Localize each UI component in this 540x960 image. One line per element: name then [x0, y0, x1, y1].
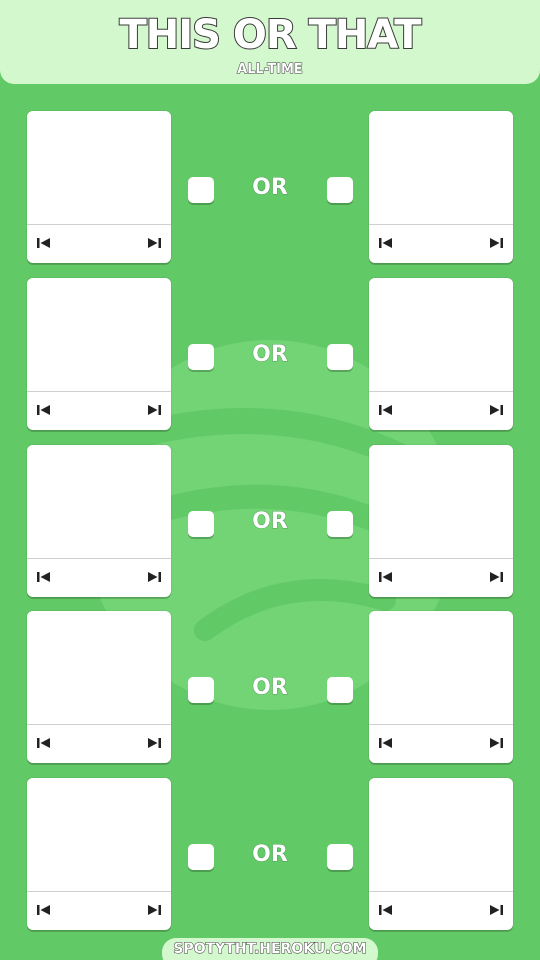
- skip-previous-icon[interactable]: [373, 398, 399, 422]
- skip-next-icon[interactable]: [141, 565, 167, 589]
- skip-next-icon[interactable]: [483, 565, 509, 589]
- song-card-right[interactable]: [369, 278, 513, 430]
- skip-next-icon[interactable]: [483, 231, 509, 255]
- checkbox-right[interactable]: [327, 177, 353, 203]
- skip-previous-icon[interactable]: [31, 731, 57, 755]
- checkbox-right[interactable]: [327, 844, 353, 870]
- album-art[interactable]: [27, 278, 171, 392]
- skip-previous-icon[interactable]: [31, 231, 57, 255]
- song-card-right[interactable]: [369, 611, 513, 763]
- comparison-row: OR: [0, 611, 540, 765]
- checkbox-right[interactable]: [327, 511, 353, 537]
- header: THIS OR THAT ALL-TIME: [0, 0, 540, 84]
- skip-next-icon[interactable]: [483, 898, 509, 922]
- checkbox-left[interactable]: [188, 177, 214, 203]
- skip-previous-icon[interactable]: [31, 398, 57, 422]
- page-subtitle: ALL-TIME: [237, 62, 304, 78]
- album-art[interactable]: [27, 445, 171, 559]
- song-card-left[interactable]: [27, 278, 171, 430]
- album-art[interactable]: [27, 611, 171, 725]
- song-card-right[interactable]: [369, 111, 513, 263]
- song-card-right[interactable]: [369, 778, 513, 930]
- footer-url-badge[interactable]: SPOTYTHT.HEROKU.COM: [162, 938, 378, 960]
- skip-next-icon[interactable]: [483, 398, 509, 422]
- skip-next-icon[interactable]: [141, 898, 167, 922]
- song-card-left[interactable]: [27, 611, 171, 763]
- skip-previous-icon[interactable]: [373, 731, 399, 755]
- comparison-row: OR: [0, 278, 540, 432]
- skip-previous-icon[interactable]: [31, 565, 57, 589]
- footer-url[interactable]: SPOTYTHT.HEROKU.COM: [162, 938, 378, 958]
- or-label: OR: [252, 175, 288, 201]
- checkbox-left[interactable]: [188, 844, 214, 870]
- album-art[interactable]: [369, 278, 513, 392]
- skip-next-icon[interactable]: [141, 231, 167, 255]
- song-card-right[interactable]: [369, 445, 513, 597]
- song-card-left[interactable]: [27, 445, 171, 597]
- checkbox-left[interactable]: [188, 677, 214, 703]
- or-label: OR: [252, 509, 288, 535]
- checkbox-left[interactable]: [188, 511, 214, 537]
- comparison-row: OR: [0, 445, 540, 599]
- or-label: OR: [252, 675, 288, 701]
- album-art[interactable]: [369, 445, 513, 559]
- skip-next-icon[interactable]: [141, 398, 167, 422]
- album-art[interactable]: [369, 611, 513, 725]
- comparison-row: OR: [0, 111, 540, 265]
- skip-previous-icon[interactable]: [373, 898, 399, 922]
- comparison-row: OR: [0, 778, 540, 932]
- song-card-left[interactable]: [27, 778, 171, 930]
- checkbox-left[interactable]: [188, 344, 214, 370]
- or-label: OR: [252, 342, 288, 368]
- album-art[interactable]: [369, 778, 513, 892]
- skip-next-icon[interactable]: [483, 731, 509, 755]
- page-title: THIS OR THAT: [118, 11, 422, 59]
- or-label: OR: [252, 842, 288, 868]
- skip-next-icon[interactable]: [141, 731, 167, 755]
- skip-previous-icon[interactable]: [31, 898, 57, 922]
- skip-previous-icon[interactable]: [373, 231, 399, 255]
- checkbox-right[interactable]: [327, 344, 353, 370]
- album-art[interactable]: [27, 111, 171, 225]
- album-art[interactable]: [369, 111, 513, 225]
- album-art[interactable]: [27, 778, 171, 892]
- checkbox-right[interactable]: [327, 677, 353, 703]
- song-card-left[interactable]: [27, 111, 171, 263]
- skip-previous-icon[interactable]: [373, 565, 399, 589]
